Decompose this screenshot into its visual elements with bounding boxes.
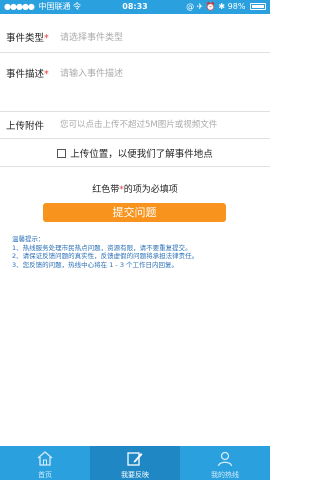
upload-location-option[interactable]: 上传位置，以便我们了解事件地点: [0, 146, 270, 160]
submit-button[interactable]: 提交问题: [43, 203, 226, 222]
tips-section: 温馨提示： 1、热线服务处理市民热点问题，资源有限，请不要重复提交。 2、请保证…: [12, 235, 262, 269]
battery-icon: [250, 3, 266, 10]
event-desc-row[interactable]: 事件描述* 请输入事件描述: [0, 53, 270, 111]
event-desc-label: 事件描述*: [6, 69, 49, 80]
edit-icon: [127, 452, 143, 466]
event-type-select[interactable]: 请选择事件类型: [60, 30, 123, 43]
tip-item: 3、您反馈的问题，热线中心将在 1 - 3 个工作日内回复。: [12, 260, 179, 269]
home-icon: [37, 451, 53, 466]
upload-location-checkbox[interactable]: [57, 149, 67, 158]
user-icon: [217, 451, 233, 467]
status-indicators: @ ✈ ⏰ ✱ 98%: [186, 0, 266, 14]
divider: [0, 166, 270, 167]
tab-report[interactable]: 我要反映: [90, 446, 180, 480]
required-note: 红色带*的项为必填项: [92, 185, 178, 195]
tab-report-label: 我要反映: [121, 471, 149, 479]
tip-item: 2、请保证反馈问题的真实性，反馈虚假的问题将承担法律责任。: [12, 252, 199, 260]
tab-bar: 首页 我要反映 我的热线: [0, 446, 270, 480]
upload-location-label: 上传位置，以便我们了解事件地点: [70, 149, 213, 160]
attachment-label: 上传附件: [6, 121, 45, 132]
event-desc-input[interactable]: 请输入事件描述: [60, 66, 123, 79]
divider: [0, 138, 270, 139]
required-mark: *: [44, 69, 49, 80]
tab-home-label: 首页: [38, 471, 52, 479]
tab-my-hotline[interactable]: 我的热线: [180, 446, 270, 480]
battery-percent: 98%: [227, 2, 246, 11]
tab-my-hotline-label: 我的热线: [211, 471, 239, 479]
event-type-row[interactable]: 事件类型* 请选择事件类型: [0, 14, 270, 52]
tips-title: 温馨提示：: [12, 235, 45, 243]
event-type-label: 事件类型*: [6, 33, 49, 44]
attachment-upload[interactable]: 您可以点击上传不超过5M图片或视频文件: [60, 118, 217, 130]
attachment-row[interactable]: 上传附件 您可以点击上传不超过5M图片或视频文件: [0, 112, 270, 138]
tip-item: 1、热线服务处理市民热点问题，资源有限，请不要重复提交。: [12, 243, 192, 252]
system-indicator-icons: @ ✈ ⏰ ✱: [186, 2, 226, 11]
status-bar: ●●●●● 中国联通 令 08:33 @ ✈ ⏰ ✱ 98%: [0, 0, 270, 14]
tab-home[interactable]: 首页: [0, 446, 90, 480]
required-mark: *: [44, 33, 49, 44]
